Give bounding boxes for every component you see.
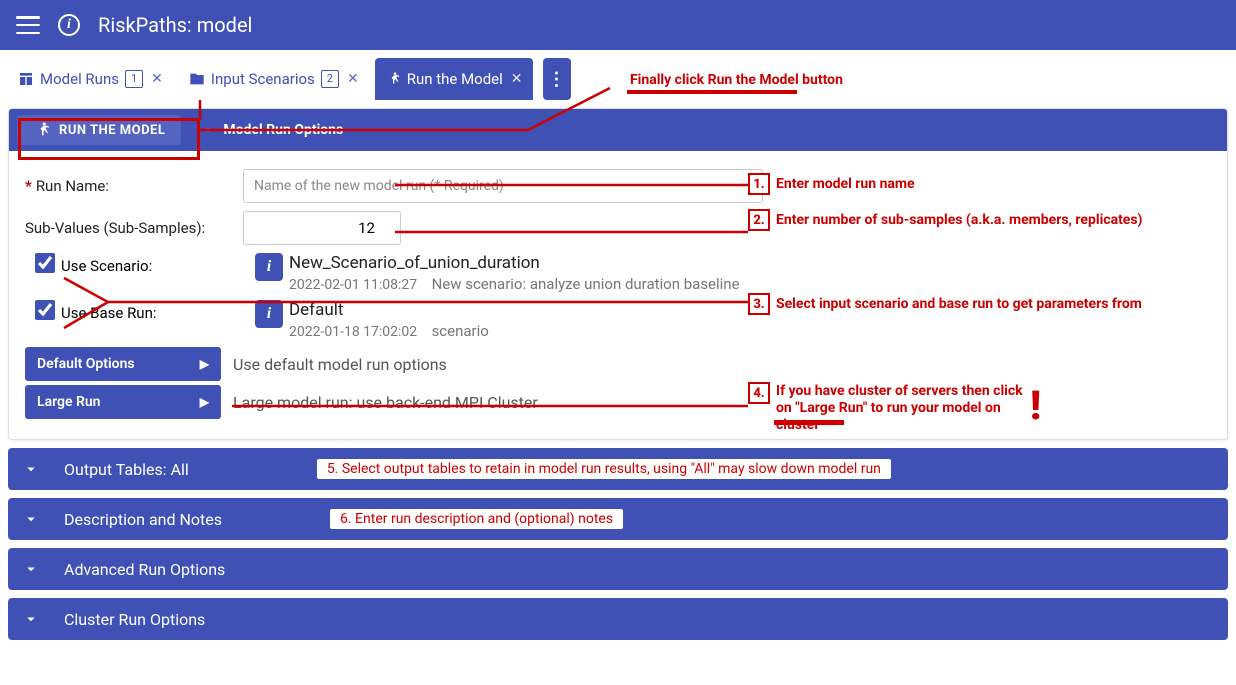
tab-input-scenarios[interactable]: Input Scenarios 2 ✕: [179, 58, 369, 100]
run-name-label: * Run Name:: [25, 177, 235, 195]
base-run-timestamp: 2022-01-18 17:02:02: [289, 324, 417, 340]
chevron-down-icon: [22, 610, 40, 628]
chevron-right-icon: ▶: [200, 395, 209, 409]
close-icon[interactable]: ✕: [511, 71, 523, 87]
annotation-5: 5. Select output tables to retain in mod…: [317, 459, 891, 479]
default-options-button[interactable]: Default Options ▶: [25, 347, 221, 381]
chevron-down-icon: [22, 510, 40, 528]
tab-label: Model Runs: [40, 70, 119, 88]
scenario-description: New scenario: analyze union duration bas…: [432, 275, 740, 293]
base-run-description: scenario: [432, 322, 489, 340]
large-run-description: Large model run: use back-end MPI Cluste…: [233, 393, 538, 412]
sub-values-input[interactable]: [243, 211, 401, 245]
scenario-name: New_Scenario_of_union_duration: [289, 253, 740, 273]
close-icon[interactable]: ✕: [347, 71, 359, 87]
large-run-button[interactable]: Large Run ▶: [25, 385, 221, 419]
running-man-icon: [385, 71, 401, 87]
scenario-timestamp: 2022-02-01 11:08:27: [289, 277, 417, 293]
sub-values-label: Sub-Values (Sub-Samples):: [25, 219, 235, 237]
base-run-name: Default: [289, 300, 489, 320]
run-button-label: RUN THE MODEL: [59, 123, 165, 138]
tab-label: Input Scenarios: [211, 70, 315, 88]
chevron-down-icon: [22, 560, 40, 578]
scenario-info-button[interactable]: i: [255, 253, 283, 281]
chevron-right-icon: ▶: [200, 357, 209, 371]
accordion-label: Cluster Run Options: [64, 610, 205, 629]
accordion-output-tables[interactable]: Output Tables: All 5. Select output tabl…: [8, 448, 1228, 490]
action-bar: RUN THE MODEL Model Run Options: [9, 109, 1227, 151]
accordion-description-notes[interactable]: Description and Notes 6. Enter run descr…: [8, 498, 1228, 540]
use-scenario-label: Use Scenario:: [55, 253, 255, 275]
required-asterisk: *: [25, 177, 32, 195]
use-base-run-checkbox[interactable]: [35, 300, 55, 320]
hamburger-menu[interactable]: [16, 16, 40, 34]
accordion-label: Advanced Run Options: [64, 560, 225, 579]
chevron-down-icon: [22, 460, 40, 478]
annotation-6: 6. Enter run description and (optional) …: [330, 509, 623, 529]
tab-run-the-model[interactable]: Run the Model ✕: [375, 58, 533, 100]
table-icon: [18, 71, 34, 87]
running-man-icon: [33, 121, 51, 139]
tab-badge: 1: [125, 70, 143, 88]
accordion-label: Description and Notes: [64, 510, 222, 529]
accordion-advanced-options[interactable]: Advanced Run Options: [8, 548, 1228, 590]
base-run-info-button[interactable]: i: [255, 300, 283, 328]
chevron-up-icon: [201, 123, 215, 137]
model-run-options-toggle[interactable]: Model Run Options: [201, 122, 343, 138]
accordion-cluster-options[interactable]: Cluster Run Options: [8, 598, 1228, 640]
page-title: RiskPaths: model: [98, 13, 252, 37]
options-toggle-label: Model Run Options: [223, 122, 343, 138]
tab-model-runs[interactable]: Model Runs 1 ✕: [8, 58, 173, 100]
accordion-label: Output Tables: All: [64, 460, 189, 479]
run-name-input[interactable]: [243, 169, 763, 203]
tab-strip: Model Runs 1 ✕ Input Scenarios 2 ✕ Run t…: [0, 58, 1236, 100]
use-scenario-checkbox[interactable]: [35, 253, 55, 273]
folder-icon: [189, 71, 205, 87]
close-icon[interactable]: ✕: [151, 71, 163, 87]
info-icon[interactable]: i: [58, 14, 80, 36]
tab-badge: 2: [321, 70, 339, 88]
tab-label: Run the Model: [407, 70, 503, 88]
run-the-model-button[interactable]: RUN THE MODEL: [17, 115, 181, 145]
use-base-run-label: Use Base Run:: [55, 300, 255, 322]
tab-overflow-menu[interactable]: ⋮: [543, 58, 571, 100]
default-options-description: Use default model run options: [233, 355, 447, 374]
run-model-panel: RUN THE MODEL Model Run Options * Run Na…: [8, 108, 1228, 440]
